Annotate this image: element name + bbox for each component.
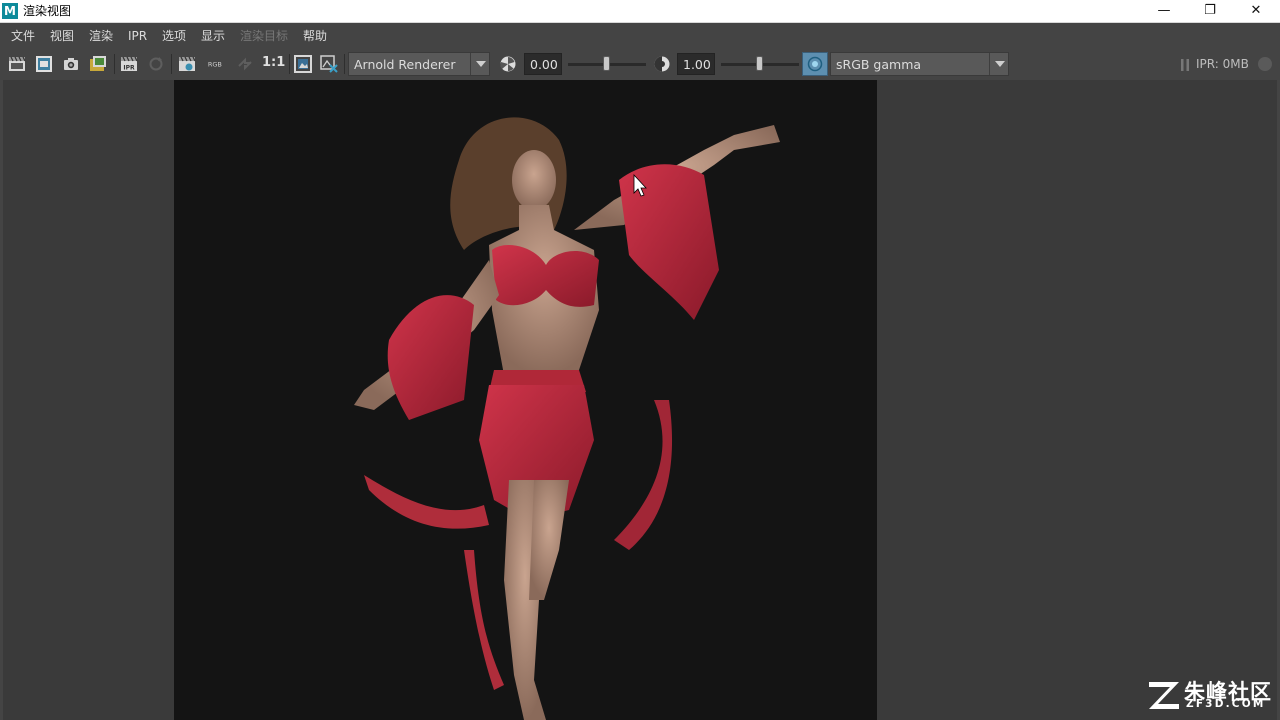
chevron-down-icon <box>470 53 489 75</box>
rendered-character-image <box>354 117 780 720</box>
refresh-icon[interactable] <box>147 55 165 73</box>
menu-options[interactable]: 选项 <box>162 28 186 44</box>
renderer-value: Arnold Renderer <box>354 57 456 72</box>
maximize-button[interactable]: ❐ <box>1187 0 1233 23</box>
menu-view[interactable]: 视图 <box>50 28 74 44</box>
exposure-slider-handle[interactable] <box>603 56 610 71</box>
toolbar-separator <box>344 54 345 74</box>
ipr-pause-icon[interactable] <box>1176 56 1194 74</box>
color-space-dropdown[interactable]: sRGB gamma <box>830 52 1009 76</box>
frame-image-icon[interactable] <box>294 55 312 73</box>
menu-render[interactable]: 渲染 <box>89 28 113 44</box>
watermark-subtext: ZF3D.COM <box>1186 698 1266 710</box>
render-sequence-icon[interactable] <box>8 55 26 73</box>
gamma-field[interactable]: 1.00 <box>677 53 715 75</box>
watermark: 朱峰社区 ZF3D.COM <box>1146 676 1276 716</box>
ipr-render-icon[interactable]: IPR <box>120 55 138 73</box>
exposure-icon[interactable] <box>499 55 517 73</box>
gamma-icon[interactable] <box>653 55 671 73</box>
exposure-value: 0.00 <box>530 57 558 72</box>
toolbar-separator <box>114 54 115 74</box>
exposure-field[interactable]: 0.00 <box>524 53 562 75</box>
rgb-channel-icon[interactable]: RGB <box>207 55 225 73</box>
color-space-value: sRGB gamma <box>836 57 922 72</box>
ipr-memory-status: IPR: 0MB <box>1196 57 1249 71</box>
menu-file[interactable]: 文件 <box>11 28 35 44</box>
menu-display[interactable]: 显示 <box>201 28 225 44</box>
minimize-button[interactable]: — <box>1141 0 1187 23</box>
ratio-button[interactable]: 1:1 <box>262 55 285 70</box>
render-frame-icon[interactable] <box>35 55 53 73</box>
toolbar-separator <box>289 54 290 74</box>
chevron-down-icon <box>989 53 1008 75</box>
close-button[interactable]: ✕ <box>1233 0 1279 23</box>
color-management-button[interactable] <box>802 52 828 76</box>
svg-text:RGB: RGB <box>208 60 223 68</box>
color-management-icon <box>807 56 823 72</box>
close-view-icon[interactable] <box>320 55 338 73</box>
rendered-image <box>174 80 877 720</box>
renderer-dropdown[interactable]: Arnold Renderer <box>348 52 490 76</box>
menu-help[interactable]: 帮助 <box>303 28 327 44</box>
swap-icon[interactable] <box>236 55 254 73</box>
render-toolbar: IPR RGB 1:1 Arnold Renderer 0.00 1.00 sR… <box>0 48 1280 80</box>
keep-image-icon[interactable] <box>178 55 196 73</box>
title-bar: M 渲染视图 — ❐ ✕ <box>0 0 1280 23</box>
toolbar-separator <box>171 54 172 74</box>
menu-bar: 文件 视图 渲染 IPR 选项 显示 渲染目标 帮助 <box>0 23 1280 48</box>
gamma-value: 1.00 <box>683 57 711 72</box>
gamma-slider-handle[interactable] <box>756 56 763 71</box>
svg-text:IPR: IPR <box>123 65 135 72</box>
ipr-status-indicator <box>1258 57 1272 71</box>
maya-logo-icon: M <box>2 3 18 19</box>
menu-render-targets[interactable]: 渲染目标 <box>240 28 288 44</box>
window-title: 渲染视图 <box>23 4 72 18</box>
zf3d-logo-icon <box>1149 682 1179 709</box>
menu-ipr[interactable]: IPR <box>128 28 147 44</box>
render-region-icon[interactable] <box>89 55 107 73</box>
snapshot-icon[interactable] <box>62 55 80 73</box>
